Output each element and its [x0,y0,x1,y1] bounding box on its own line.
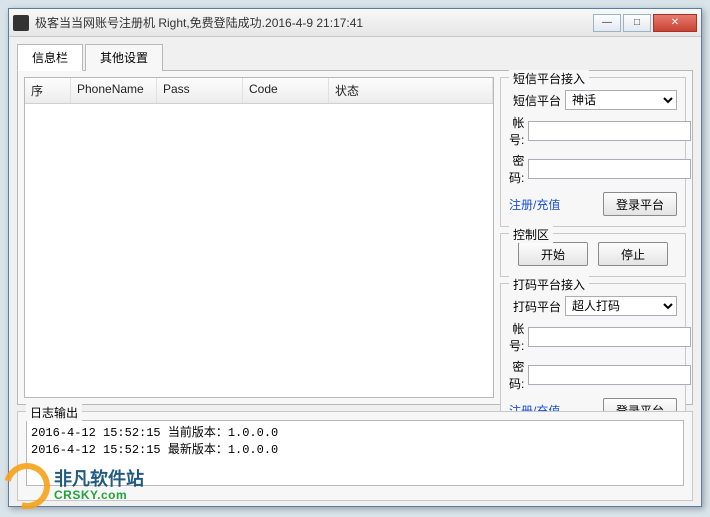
tab-other[interactable]: 其他设置 [85,44,163,71]
sms-legend: 短信平台接入 [509,70,589,87]
tab-info[interactable]: 信息栏 [17,44,83,71]
table-body [25,104,493,389]
col-seq[interactable]: 序 [25,78,71,103]
control-group: 控制区 开始 停止 [500,233,686,277]
watermark-cn: 非凡软件站 [54,470,144,490]
sms-platform-select[interactable]: 神话 [565,90,677,110]
col-code[interactable]: Code [243,78,329,103]
sms-login-button[interactable]: 登录平台 [603,192,677,216]
col-phonename[interactable]: PhoneName [71,78,157,103]
app-window: 极客当当网账号注册机 Right,免费登陆成功.2016-4-9 21:17:4… [8,8,702,507]
sms-register-link[interactable]: 注册/充值 [509,196,560,213]
col-status[interactable]: 状态 [329,78,493,103]
watermark-logo-icon [0,455,58,517]
captcha-password-label: 密码: [509,358,524,392]
captcha-platform-label: 打码平台 [509,298,561,315]
titlebar: 极客当当网账号注册机 Right,免费登陆成功.2016-4-9 21:17:4… [9,9,701,37]
start-button[interactable]: 开始 [518,242,588,266]
watermark-en: CRSKY.com [54,489,144,502]
window-buttons: — □ ✕ [591,14,697,32]
sms-group: 短信平台接入 短信平台 神话 帐号: 密码: [500,77,686,227]
stop-button[interactable]: 停止 [598,242,668,266]
tab-panel: 序 PhoneName Pass Code 状态 短信平台接入 短信平台 [17,71,693,405]
client-area: 信息栏 其他设置 序 PhoneName Pass Code 状态 [9,37,701,507]
sms-password-label: 密码: [509,152,524,186]
table-header: 序 PhoneName Pass Code 状态 [25,78,493,104]
left-pane: 序 PhoneName Pass Code 状态 [24,77,494,398]
minimize-button[interactable]: — [593,14,621,32]
result-table: 序 PhoneName Pass Code 状态 [24,77,494,398]
captcha-platform-select[interactable]: 超人打码 [565,296,677,316]
app-icon [13,15,29,31]
captcha-account-input[interactable] [528,327,691,347]
sms-password-input[interactable] [528,159,691,179]
watermark-text: 非凡软件站 CRSKY.com [54,470,144,503]
close-button[interactable]: ✕ [653,14,697,32]
captcha-legend: 打码平台接入 [509,276,589,293]
captcha-password-input[interactable] [528,365,691,385]
maximize-button[interactable]: □ [623,14,651,32]
tab-strip: 信息栏 其他设置 [17,43,693,71]
sms-account-input[interactable] [528,121,691,141]
log-legend: 日志输出 [26,404,82,421]
sms-platform-label: 短信平台 [509,92,561,109]
col-pass[interactable]: Pass [157,78,243,103]
captcha-account-label: 帐号: [509,320,524,354]
control-legend: 控制区 [509,226,553,243]
window-title: 极客当当网账号注册机 Right,免费登陆成功.2016-4-9 21:17:4… [35,14,591,31]
right-pane: 短信平台接入 短信平台 神话 帐号: 密码: [500,77,686,398]
watermark: 非凡软件站 CRSKY.com [4,463,144,509]
sms-account-label: 帐号: [509,114,524,148]
